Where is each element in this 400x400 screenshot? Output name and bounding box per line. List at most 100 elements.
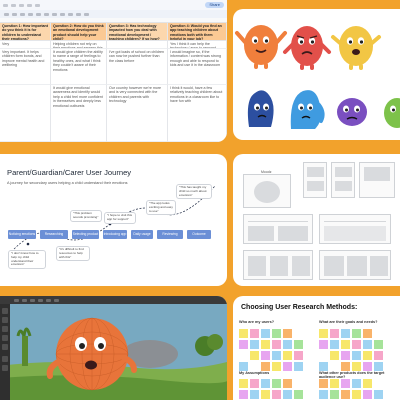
merge-icon[interactable]	[76, 12, 81, 16]
sticky-note[interactable]	[374, 351, 383, 360]
sticky-note[interactable]	[319, 362, 328, 371]
menu-icon[interactable]	[3, 3, 8, 7]
wireframes-tile[interactable]: Moodz	[233, 154, 400, 286]
header-cell[interactable]: Question 1: How important do you think i…	[0, 23, 51, 41]
move-icon[interactable]	[22, 298, 27, 302]
table-cell[interactable]: It would give emotional awareness and id…	[51, 85, 107, 142]
sticky-note[interactable]	[261, 362, 270, 371]
wireframe-frame[interactable]	[319, 214, 391, 244]
redo-icon[interactable]	[12, 12, 17, 16]
sticky-note[interactable]	[294, 362, 303, 371]
sticky-note[interactable]	[294, 340, 303, 349]
sticky-note[interactable]	[341, 329, 350, 338]
table-cell[interactable]: It would give children the ability to na…	[51, 49, 107, 85]
italic-icon[interactable]	[52, 12, 57, 16]
sticky-note[interactable]	[330, 340, 339, 349]
sticky-note[interactable]	[261, 340, 270, 349]
sticky-note[interactable]	[352, 379, 361, 388]
zoom-icon[interactable]	[28, 12, 33, 16]
sticky-note[interactable]	[239, 379, 248, 388]
align-icon[interactable]	[84, 12, 89, 16]
sticky-note[interactable]	[352, 362, 361, 371]
sticky-note[interactable]	[341, 351, 350, 360]
sticky-note[interactable]	[363, 340, 372, 349]
sticky-note[interactable]	[272, 340, 281, 349]
sticky-note[interactable]	[374, 390, 383, 399]
table-cell[interactable]: Helping children not rely on their emoti…	[51, 41, 107, 49]
wireframe-frame[interactable]	[331, 162, 355, 198]
menu-icon[interactable]	[35, 3, 40, 7]
spreadsheet-tile[interactable]: Share Question 1: How important do you t…	[0, 0, 227, 142]
sticky-note[interactable]	[283, 351, 292, 360]
bold-icon[interactable]	[44, 12, 49, 16]
format-icon[interactable]	[36, 12, 41, 16]
sticky-note[interactable]	[261, 390, 270, 399]
sticky-note[interactable]	[341, 340, 350, 349]
table-cell[interactable]: I think it would, have a few relatively …	[168, 85, 227, 142]
sticky-note[interactable]	[363, 329, 372, 338]
user-journey-tile[interactable]: Parent/Guardian/Carer User Journey A jou…	[0, 154, 227, 286]
view-icon[interactable]	[46, 298, 51, 302]
transform-tool-icon[interactable]	[2, 344, 8, 350]
wireframe-frame[interactable]	[243, 250, 313, 280]
table-cell[interactable]: Very important. It helps children form b…	[0, 49, 51, 85]
wireframe-frame[interactable]	[319, 250, 391, 280]
sticky-note[interactable]	[261, 379, 270, 388]
sticky-note[interactable]	[341, 362, 350, 371]
borders-icon[interactable]	[68, 12, 73, 16]
sticky-note[interactable]	[283, 379, 292, 388]
sticky-note[interactable]	[319, 379, 328, 388]
move-tool-icon[interactable]	[2, 317, 8, 323]
table-cell[interactable]: I've got loads of school on children can…	[107, 49, 168, 85]
sticky-note[interactable]	[352, 329, 361, 338]
spreadsheet-grid[interactable]: Question 1: How important do you think i…	[0, 23, 227, 142]
table-cell[interactable]	[0, 85, 51, 142]
sticky-note[interactable]	[239, 329, 248, 338]
sticky-note[interactable]	[330, 390, 339, 399]
select-icon[interactable]	[14, 298, 19, 302]
annotate-tool-icon[interactable]	[2, 356, 8, 362]
header-cell[interactable]: Question 2: How do you think an emotiona…	[51, 23, 107, 41]
sticky-note[interactable]	[283, 362, 292, 371]
sticky-note[interactable]	[374, 362, 383, 371]
sticky-note[interactable]	[341, 379, 350, 388]
sticky-note[interactable]	[363, 351, 372, 360]
sticky-note[interactable]	[272, 351, 281, 360]
menu-icon[interactable]	[19, 3, 24, 7]
sticky-note[interactable]	[363, 362, 372, 371]
sticky-note[interactable]	[250, 390, 259, 399]
sticky-note[interactable]	[250, 340, 259, 349]
table-cell[interactable]: I would imagine so, if the information /…	[168, 49, 227, 85]
characters-tile[interactable]	[233, 9, 400, 140]
sticky-note[interactable]	[239, 362, 248, 371]
sticky-note[interactable]	[250, 329, 259, 338]
share-button[interactable]: Share	[205, 2, 224, 8]
sticky-note[interactable]	[272, 390, 281, 399]
menu-icon[interactable]	[27, 3, 32, 7]
color-icon[interactable]	[60, 12, 65, 16]
wireframe-frame[interactable]	[243, 174, 291, 208]
table-cell[interactable]: Our country however we're more and is ve…	[107, 85, 168, 142]
sticky-note[interactable]	[272, 362, 281, 371]
rotate-tool-icon[interactable]	[2, 326, 8, 332]
sticky-note[interactable]	[283, 340, 292, 349]
sticky-note[interactable]	[363, 379, 372, 388]
sticky-note[interactable]	[352, 390, 361, 399]
wireframe-frame[interactable]	[303, 162, 327, 198]
sticky-note[interactable]	[319, 390, 328, 399]
sticky-note[interactable]	[294, 351, 303, 360]
wireframe-frame[interactable]	[359, 162, 395, 198]
sticky-note[interactable]	[294, 390, 303, 399]
sticky-note[interactable]	[330, 329, 339, 338]
table-cell[interactable]	[107, 41, 168, 49]
sticky-note[interactable]	[283, 390, 292, 399]
undo-icon[interactable]	[4, 12, 9, 16]
sticky-note[interactable]	[272, 379, 281, 388]
sticky-note[interactable]	[319, 340, 328, 349]
sticky-note[interactable]	[272, 329, 281, 338]
header-cell[interactable]: Question 4: Would you find an app teachi…	[168, 23, 227, 41]
shading-icon[interactable]	[54, 298, 59, 302]
sticky-note[interactable]	[330, 351, 339, 360]
scale-icon[interactable]	[38, 298, 43, 302]
sticky-note[interactable]	[250, 379, 259, 388]
